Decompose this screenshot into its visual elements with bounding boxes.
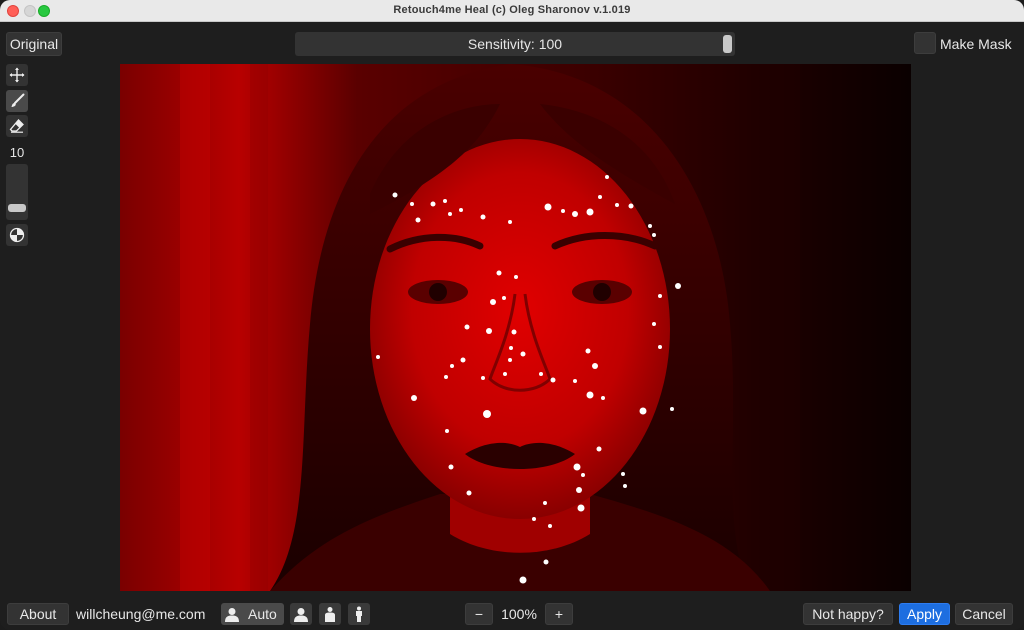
mode-full-body-button[interactable] [348,603,370,625]
about-button[interactable]: About [7,603,69,625]
app-window: Retouch4me Heal (c) Oleg Sharonov v.1.01… [0,0,1024,630]
sensitivity-label: Sensitivity: 100 [467,36,563,52]
brush-size-value: 10 [9,145,25,160]
mode-half-body-button[interactable] [319,603,341,625]
sensitivity-slider[interactable]: Sensitivity: 100 [295,32,735,56]
overlay-toggle-button[interactable] [6,224,28,246]
mode-auto-label: Auto [248,606,277,622]
photo-canvas[interactable] [120,64,911,591]
overlay-toggle-icon [9,227,25,243]
brush-size-slider[interactable] [6,164,28,220]
person-portrait-icon [225,608,239,622]
zoom-level: 100% [501,606,537,622]
not-happy-button[interactable]: Not happy? [803,603,893,625]
brush-icon [11,93,25,107]
zoom-in-button[interactable]: + [545,603,573,625]
original-button[interactable]: Original [6,32,62,56]
make-mask-checkbox[interactable] [914,32,936,54]
eraser-icon [9,119,24,133]
person-head-icon [294,608,308,622]
person-full-body-icon [356,606,362,622]
brush-size-slider-thumb[interactable] [8,204,26,212]
mode-auto-button[interactable]: Auto [221,603,284,625]
account-email: willcheung@me.com [76,606,206,622]
portrait-preview [120,64,911,591]
title-bar: Retouch4me Heal (c) Oleg Sharonov v.1.01… [0,0,1024,22]
zoom-out-button[interactable]: − [465,603,493,625]
make-mask-label[interactable]: Make Mask [940,36,1012,52]
apply-button[interactable]: Apply [899,603,950,625]
sensitivity-slider-thumb[interactable] [723,35,732,53]
move-tool-button[interactable] [6,64,28,86]
move-icon [9,67,25,83]
eraser-tool-button[interactable] [6,115,28,137]
mode-portrait-button[interactable] [290,603,312,625]
person-half-body-icon [325,607,335,622]
brush-tool-button[interactable] [6,90,28,112]
cancel-button[interactable]: Cancel [955,603,1013,625]
window-title: Retouch4me Heal (c) Oleg Sharonov v.1.01… [393,4,631,16]
